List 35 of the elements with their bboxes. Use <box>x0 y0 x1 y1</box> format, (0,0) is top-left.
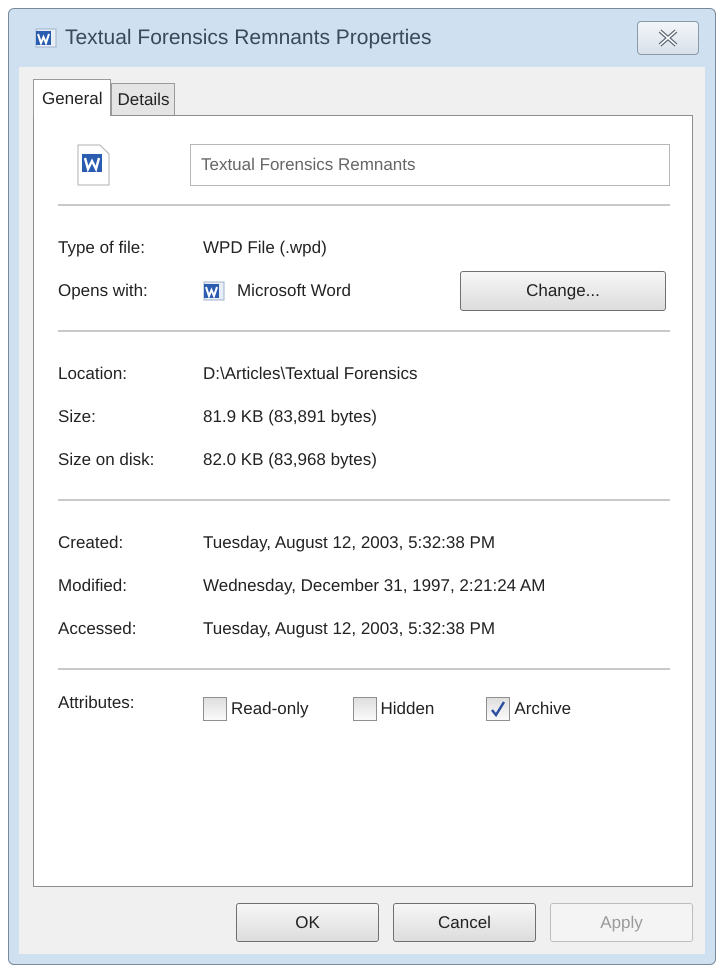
change-button[interactable]: Change... <box>460 270 666 310</box>
name-field[interactable]: Textual Forensics Remnants <box>190 144 670 186</box>
checkbox[interactable] <box>352 696 376 721</box>
property-value: WPD File (.wpd) <box>203 236 327 259</box>
property-value: Wednesday, December 31, 1997, 2:21:24 AM <box>203 574 546 597</box>
checkbox-label: Archive <box>514 698 572 720</box>
property-value: D:\Articles\Textual Forensics <box>203 362 418 385</box>
property-value: Tuesday, August 12, 2003, 5:32:38 PM <box>203 532 496 554</box>
property-label: Created: <box>58 532 124 554</box>
app-icon <box>203 280 225 302</box>
checkbox[interactable] <box>203 696 227 721</box>
property-label: Location: <box>58 362 128 385</box>
property-label: Accessed: <box>58 618 138 640</box>
close-icon <box>657 29 679 47</box>
property-label: Size on disk: <box>58 448 156 471</box>
property-value: Microsoft Word <box>237 280 351 302</box>
property-value: Tuesday, August 12, 2003, 5:32:38 PM <box>203 618 496 640</box>
document-icon <box>76 144 110 186</box>
document-icon <box>35 27 57 49</box>
attributes-label: Attributes: <box>58 692 136 714</box>
checkbox[interactable] <box>486 696 510 721</box>
property-value: 81.9 KB (83,891 bytes) <box>203 406 377 428</box>
dialog-button[interactable]: OK <box>236 903 379 942</box>
property-label: Size: <box>58 406 97 428</box>
property-label: Type of file: <box>58 236 146 259</box>
checkbox-label: Hidden <box>380 698 434 720</box>
checkbox-label: Read-only <box>231 698 308 720</box>
property-value: 82.0 KB (83,968 bytes) <box>203 448 377 471</box>
property-label: Opens with: <box>58 280 149 302</box>
tab[interactable]: Details <box>111 82 176 115</box>
property-label: Modified: <box>58 574 128 597</box>
dialog-button[interactable]: Cancel <box>393 903 536 942</box>
window-title: Textual Forensics Remnants Properties <box>65 25 432 52</box>
tab[interactable]: General <box>33 78 112 116</box>
close-button[interactable] <box>637 21 699 55</box>
